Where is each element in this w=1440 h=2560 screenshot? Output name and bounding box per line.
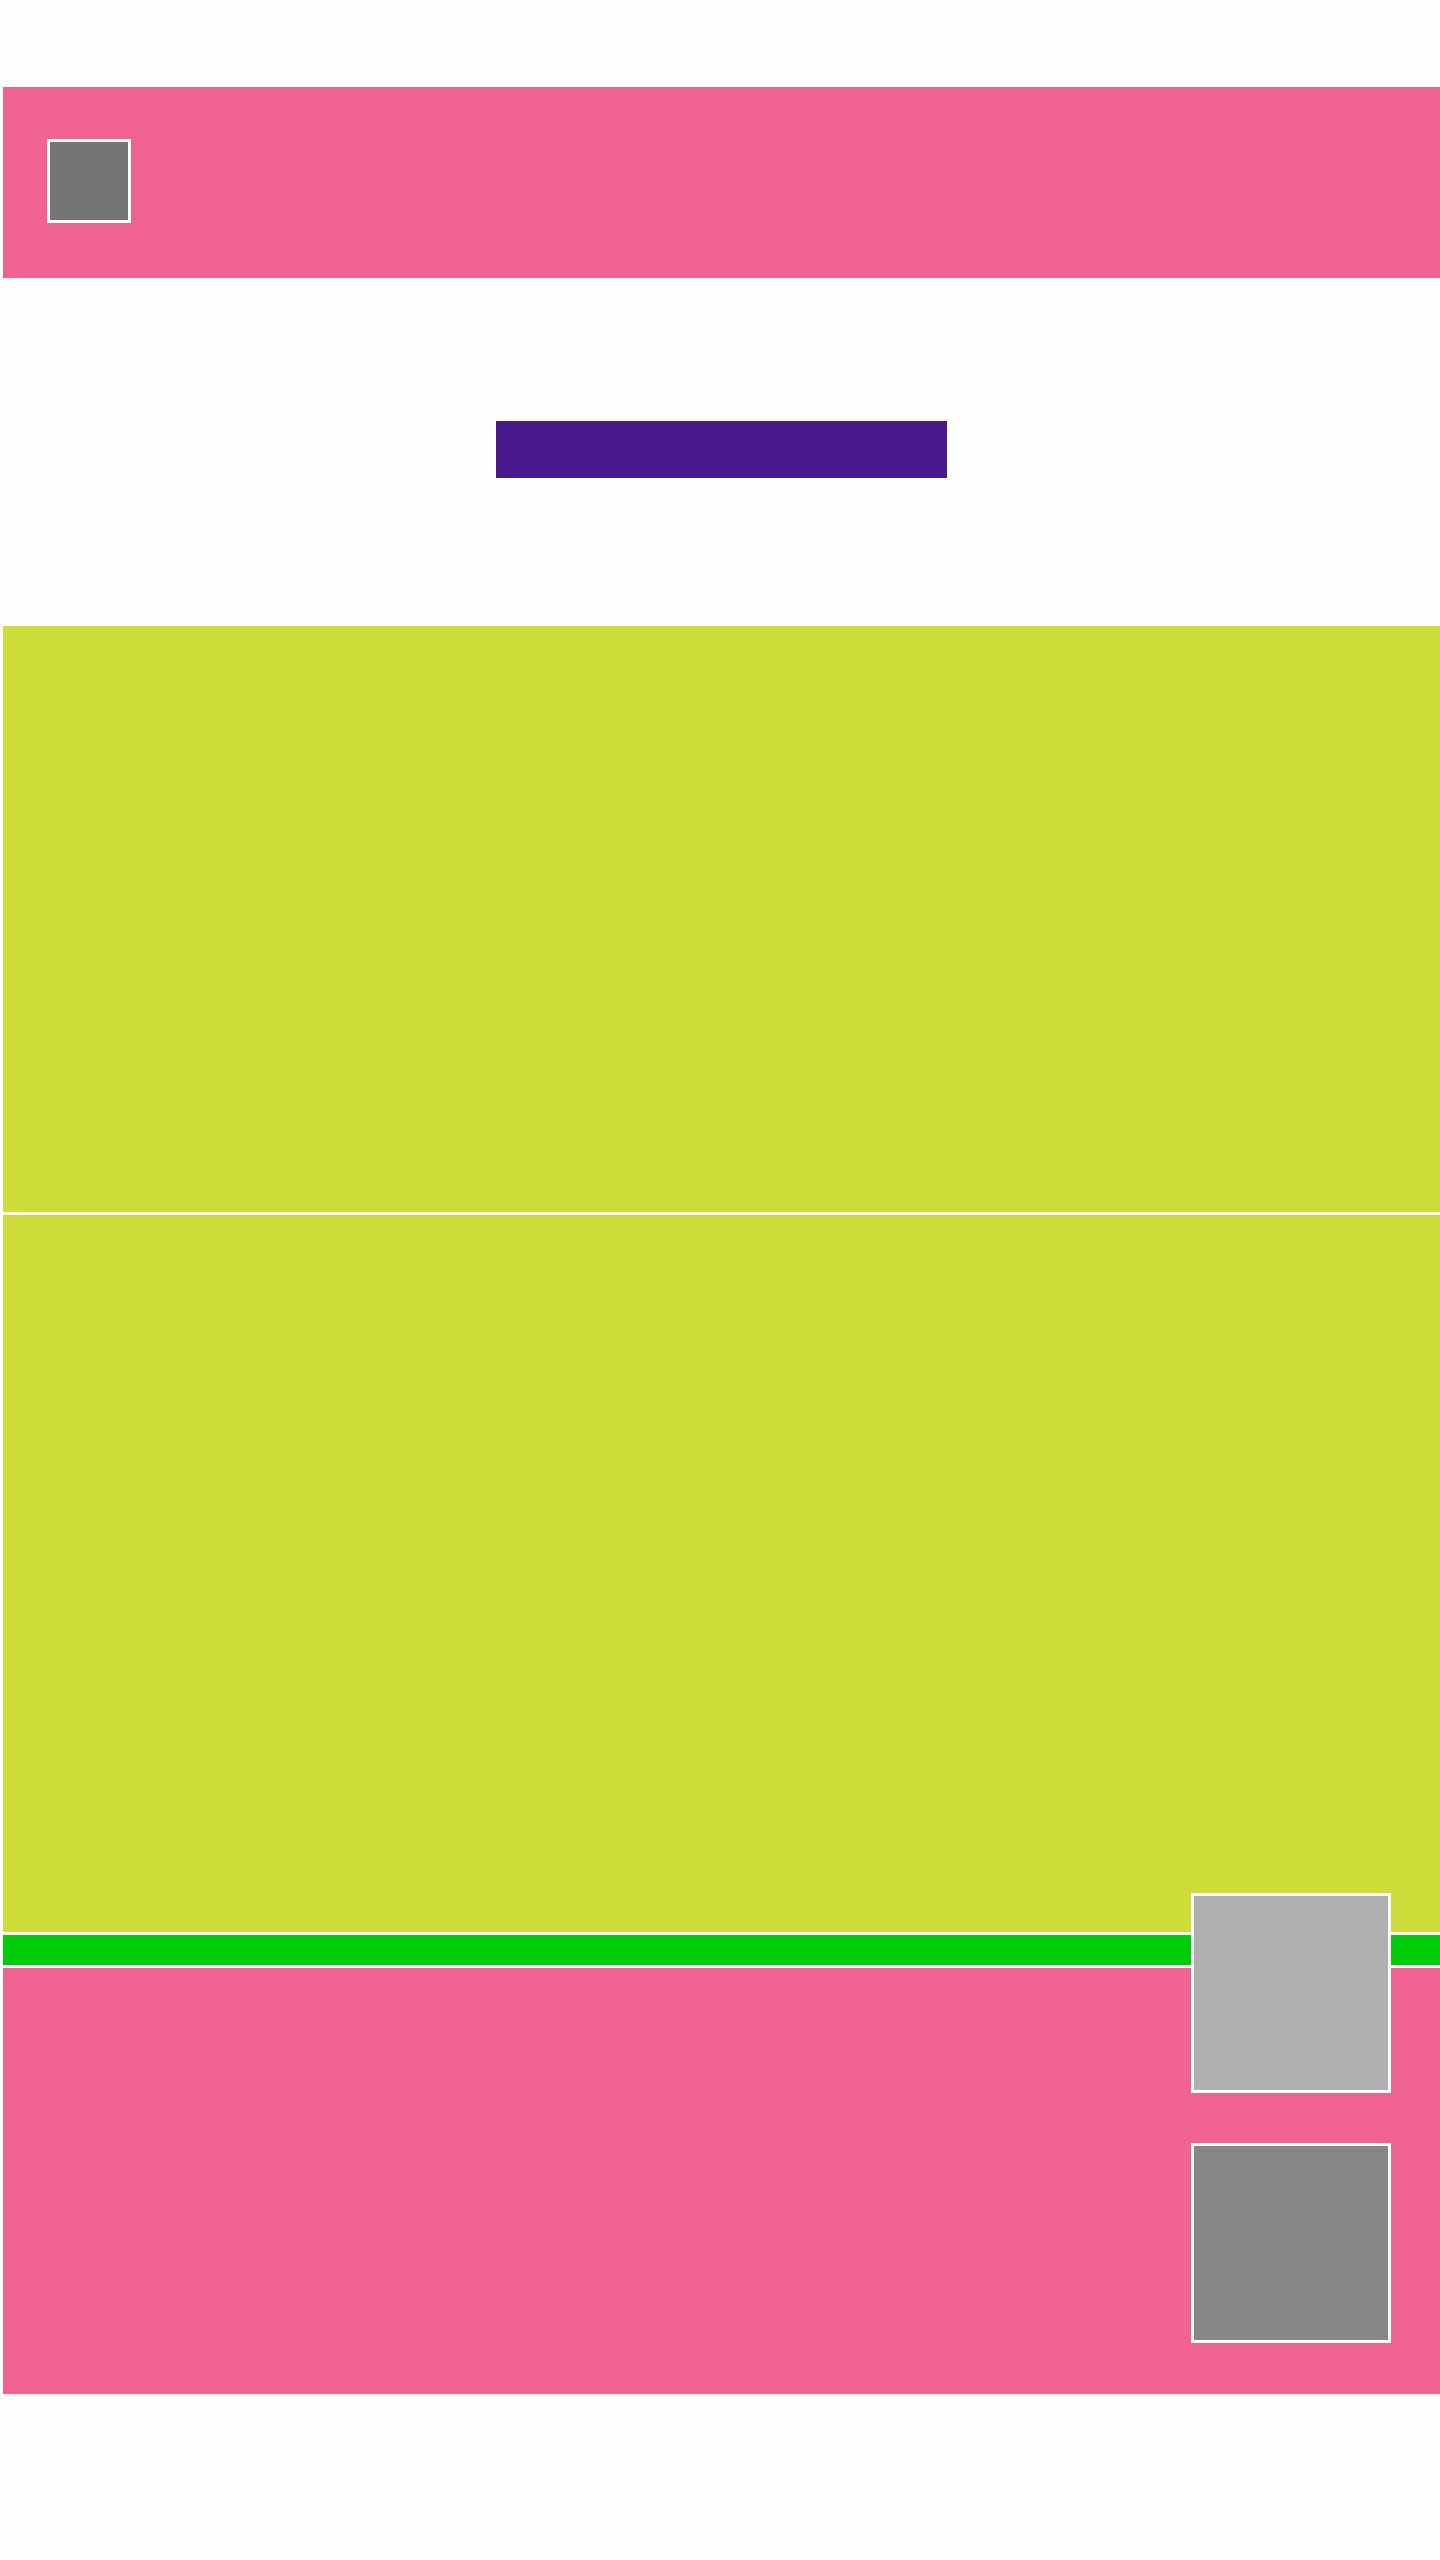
navigation-bar: [0, 2394, 1440, 2560]
title-bar-placeholder: [496, 421, 947, 478]
content-panel-middle: [3, 1215, 1440, 1932]
app-screen: [0, 0, 1440, 2560]
toolbar: [3, 87, 1440, 278]
floating-action-button-primary[interactable]: [1191, 1893, 1391, 2093]
image-placeholder-icon[interactable]: [47, 139, 131, 223]
status-bar: [0, 0, 1440, 87]
content-panel-top: [3, 626, 1440, 1212]
floating-action-button-secondary[interactable]: [1191, 2143, 1391, 2343]
